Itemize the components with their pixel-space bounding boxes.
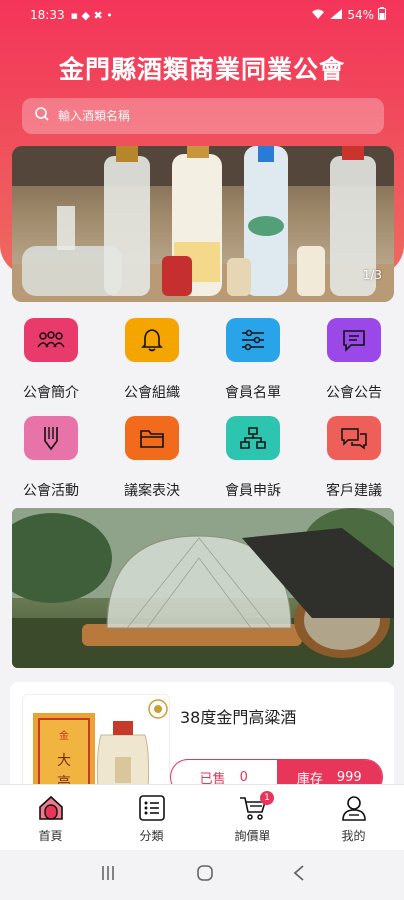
menu-item-motion-voting[interactable]: 議案表決 xyxy=(107,412,197,502)
glamping-dome-image xyxy=(12,508,394,668)
menu-item-member-complaint[interactable]: 會員申訴 xyxy=(208,412,298,502)
nav-label: 我的 xyxy=(341,829,366,843)
menu-item-association-notice[interactable]: 公會公告 xyxy=(309,314,399,404)
app-title: 金門縣酒類商業同業公會 xyxy=(58,55,345,84)
liquor-bottles-image xyxy=(12,146,394,302)
hierarchy-icon xyxy=(226,416,280,460)
recent-apps-icon[interactable] xyxy=(98,864,118,886)
menu-label: 公會公告 xyxy=(326,385,382,401)
search-input[interactable] xyxy=(58,109,358,123)
notification-icons: ▪ ◆ ✖ • xyxy=(70,8,113,22)
function-menu: 公會簡介 公會組織 會員名單 公會公告 公會活動 議案表決 會員申訴 客戶建議 xyxy=(0,314,404,504)
menu-item-customer-suggestion[interactable]: 客戶建議 xyxy=(309,412,399,502)
status-time: 18:33 xyxy=(30,8,65,22)
menu-item-association-intro[interactable]: 公會簡介 xyxy=(6,314,96,404)
nav-label: 首頁 xyxy=(38,829,63,843)
chat-icon xyxy=(327,416,381,460)
system-navigation-bar xyxy=(0,850,404,900)
nav-label: 分類 xyxy=(139,829,164,843)
menu-label: 會員申訴 xyxy=(225,483,281,499)
people-icon xyxy=(24,318,78,362)
menu-label: 議案表決 xyxy=(124,483,180,499)
message-icon xyxy=(327,318,381,362)
menu-label: 客戶建議 xyxy=(326,483,382,499)
home-button-icon[interactable] xyxy=(195,863,215,887)
nav-item-profile[interactable]: 我的 xyxy=(303,785,404,850)
stock-value: 999 xyxy=(336,769,362,785)
svg-text:大: 大 xyxy=(57,753,71,769)
wifi-icon xyxy=(311,8,325,23)
menu-label: 會員名單 xyxy=(225,385,281,401)
folder-icon xyxy=(125,416,179,460)
menu-label: 公會組織 xyxy=(124,385,180,401)
status-bar: 18:33 ▪ ◆ ✖ • 54% xyxy=(0,0,404,30)
search-bar[interactable] xyxy=(22,98,384,134)
back-icon[interactable] xyxy=(292,864,306,886)
svg-text:金: 金 xyxy=(59,729,69,742)
cart-badge: 1 xyxy=(260,791,274,805)
bell-icon xyxy=(125,318,179,362)
bottom-navigation: 首頁 分類 1 詢價單 我的 xyxy=(0,784,404,850)
menu-item-association-activities[interactable]: 公會活動 xyxy=(6,412,96,502)
menu-label: 公會簡介 xyxy=(23,385,79,401)
menu-label: 公會活動 xyxy=(23,483,79,499)
sliders-icon xyxy=(226,318,280,362)
pen-icon xyxy=(24,416,78,460)
nav-label: 詢價單 xyxy=(234,829,271,843)
signal-icon xyxy=(329,8,343,23)
battery-icon xyxy=(378,7,386,23)
user-icon xyxy=(341,796,366,821)
list-icon xyxy=(138,795,165,821)
home-icon xyxy=(38,795,63,820)
carousel-page-indicator: 1/3 xyxy=(362,268,382,282)
sold-value: 0 xyxy=(239,769,248,785)
battery-level: 54% xyxy=(347,8,374,22)
search-icon xyxy=(34,106,50,126)
nav-item-categories[interactable]: 分類 xyxy=(101,785,202,850)
menu-item-member-list[interactable]: 會員名單 xyxy=(208,314,298,404)
nav-item-quote-cart[interactable]: 1 詢價單 xyxy=(202,785,303,850)
product-name: 38度金門高粱酒 xyxy=(180,708,297,727)
menu-item-association-organization[interactable]: 公會組織 xyxy=(107,314,197,404)
promo-banner[interactable] xyxy=(12,508,394,668)
nav-item-home[interactable]: 首頁 xyxy=(0,785,101,850)
banner-carousel[interactable]: 1/3 xyxy=(12,146,394,302)
